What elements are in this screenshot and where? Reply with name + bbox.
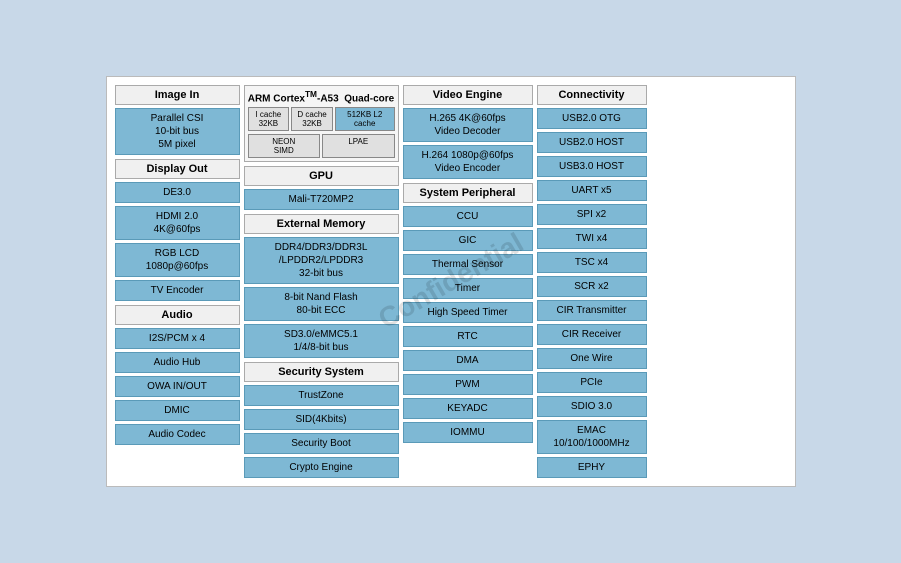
h264-block: H.264 1080p@60fpsVideo Encoder	[403, 145, 533, 179]
spi-block: SPI x2	[537, 204, 647, 225]
tv-encoder-block: TV Encoder	[115, 280, 240, 301]
usb30-host-block: USB3.0 HOST	[537, 156, 647, 177]
section-video-engine: Video Engine H.265 4K@60fpsVideo Decoder…	[403, 85, 533, 179]
rtc-block: RTC	[403, 326, 533, 347]
ddr-block: DDR4/DDR3/DDR3L/LPDDR2/LPDDR332-bit bus	[244, 237, 399, 284]
usb20-host-block: USB2.0 HOST	[537, 132, 647, 153]
h265-block: H.265 4K@60fpsVideo Decoder	[403, 108, 533, 142]
tsc-block: TSC x4	[537, 252, 647, 273]
ccu-block: CCU	[403, 206, 533, 227]
trustzone-block: TrustZone	[244, 385, 399, 406]
owa-block: OWA IN/OUT	[115, 376, 240, 397]
pcie-block: PCIe	[537, 372, 647, 393]
icache-block: I cache32KB	[248, 107, 290, 131]
nand-flash-block: 8-bit Nand Flash80-bit ECC	[244, 287, 399, 321]
section-security: Security System TrustZone SID(4Kbits) Se…	[244, 362, 399, 478]
ext-mem-header: External Memory	[244, 214, 399, 234]
i2s-pcm-block: I2S/PCM x 4	[115, 328, 240, 349]
security-boot-block: Security Boot	[244, 433, 399, 454]
usb20-otg-block: USB2.0 OTG	[537, 108, 647, 129]
ephy-block: EPHY	[537, 457, 647, 478]
section-ext-mem: External Memory DDR4/DDR3/DDR3L/LPDDR2/L…	[244, 214, 399, 358]
keyadc-block: KEYADC	[403, 398, 533, 419]
lpae-block: LPAE	[322, 134, 395, 158]
parallel-csi-block: Parallel CSI10-bit bus5M pixel	[115, 108, 240, 155]
gpu-header: GPU	[244, 166, 399, 186]
cir-transmitter-block: CIR Transmitter	[537, 300, 647, 321]
section-sys-periph: System Peripheral CCU GIC Thermal Sensor…	[403, 183, 533, 443]
gic-block: GIC	[403, 230, 533, 251]
section-audio: Audio I2S/PCM x 4 Audio Hub OWA IN/OUT D…	[115, 305, 240, 445]
connectivity-header: Connectivity	[537, 85, 647, 105]
l2cache-block: 512KB L2 cache	[335, 107, 395, 131]
crypto-engine-block: Crypto Engine	[244, 457, 399, 478]
uart-block: UART x5	[537, 180, 647, 201]
section-arm: ARM CortexTM-A53 Quad-core I cache32KB D…	[244, 85, 399, 162]
emac-block: EMAC10/100/1000MHz	[537, 420, 647, 454]
sdio-block: SDIO 3.0	[537, 396, 647, 417]
one-wire-block: One Wire	[537, 348, 647, 369]
dmic-block: DMIC	[115, 400, 240, 421]
security-header: Security System	[244, 362, 399, 382]
audio-header: Audio	[115, 305, 240, 325]
neon-block: NEONSIMD	[248, 134, 321, 158]
audio-codec-block: Audio Codec	[115, 424, 240, 445]
scr-block: SCR x2	[537, 276, 647, 297]
section-display-out: Display Out DE3.0 HDMI 2.04K@60fps RGB L…	[115, 159, 240, 301]
arm-header: ARM CortexTM-A53 Quad-core	[248, 89, 395, 104]
video-engine-header: Video Engine	[403, 85, 533, 105]
section-connectivity: Connectivity USB2.0 OTG USB2.0 HOST USB3…	[537, 85, 647, 478]
timer-block: Timer	[403, 278, 533, 299]
pwm-block: PWM	[403, 374, 533, 395]
rgb-lcd-block: RGB LCD1080p@60fps	[115, 243, 240, 277]
display-out-header: Display Out	[115, 159, 240, 179]
image-in-header: Image In	[115, 85, 240, 105]
mali-block: Mali-T720MP2	[244, 189, 399, 210]
audio-hub-block: Audio Hub	[115, 352, 240, 373]
de30-block: DE3.0	[115, 182, 240, 203]
cir-receiver-block: CIR Receiver	[537, 324, 647, 345]
iommu-block: IOMMU	[403, 422, 533, 443]
emmc-block: SD3.0/eMMC5.11/4/8-bit bus	[244, 324, 399, 358]
sys-periph-header: System Peripheral	[403, 183, 533, 203]
hdmi-block: HDMI 2.04K@60fps	[115, 206, 240, 240]
sid-block: SID(4Kbits)	[244, 409, 399, 430]
high-speed-timer-block: High Speed Timer	[403, 302, 533, 323]
section-gpu: GPU Mali-T720MP2	[244, 166, 399, 210]
dcache-block: D cache32KB	[291, 107, 333, 131]
section-image-in: Image In Parallel CSI10-bit bus5M pixel	[115, 85, 240, 155]
thermal-sensor-block: Thermal Sensor	[403, 254, 533, 275]
dma-block: DMA	[403, 350, 533, 371]
twi-block: TWI x4	[537, 228, 647, 249]
